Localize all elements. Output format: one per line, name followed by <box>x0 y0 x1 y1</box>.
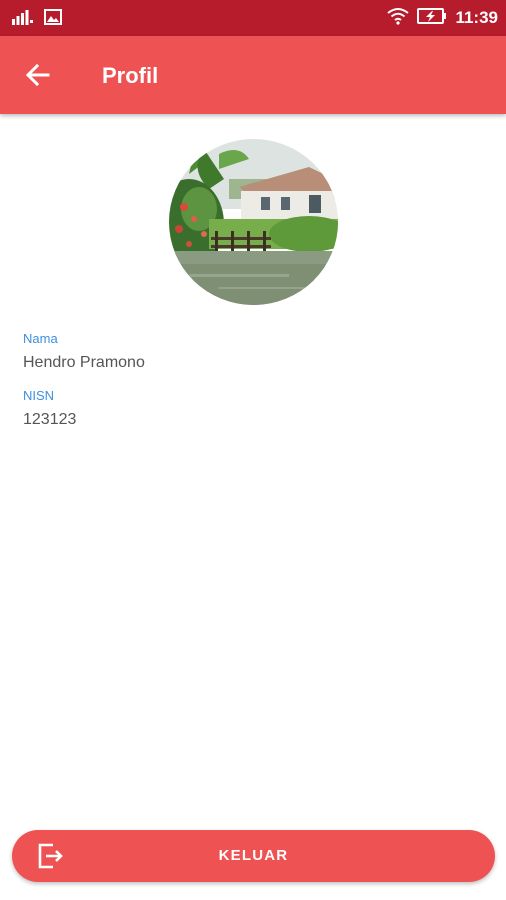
status-bar: 11:39 <box>0 0 506 36</box>
status-bar-left <box>12 9 62 30</box>
logout-button[interactable]: KELUAR <box>12 830 495 882</box>
page-title: Profil <box>102 63 159 88</box>
back-button[interactable] <box>22 59 54 91</box>
status-time: 11:39 <box>455 8 498 27</box>
battery-charging-icon <box>417 7 447 30</box>
avatar[interactable] <box>169 139 338 305</box>
wifi-icon <box>387 7 410 30</box>
signal-icon <box>12 9 34 30</box>
name-value: Hendro Pramono <box>23 354 145 371</box>
name-label: Nama <box>23 331 58 346</box>
gallery-icon <box>44 9 62 30</box>
avatar-image <box>169 139 338 305</box>
nisn-value: 123123 <box>23 411 77 428</box>
status-bar-right: 11:39 <box>387 6 498 30</box>
arrow-left-icon <box>25 63 50 87</box>
app-bar: Profil <box>0 36 506 114</box>
nisn-label: NISN <box>23 388 55 403</box>
logout-label: KELUAR <box>218 847 289 864</box>
